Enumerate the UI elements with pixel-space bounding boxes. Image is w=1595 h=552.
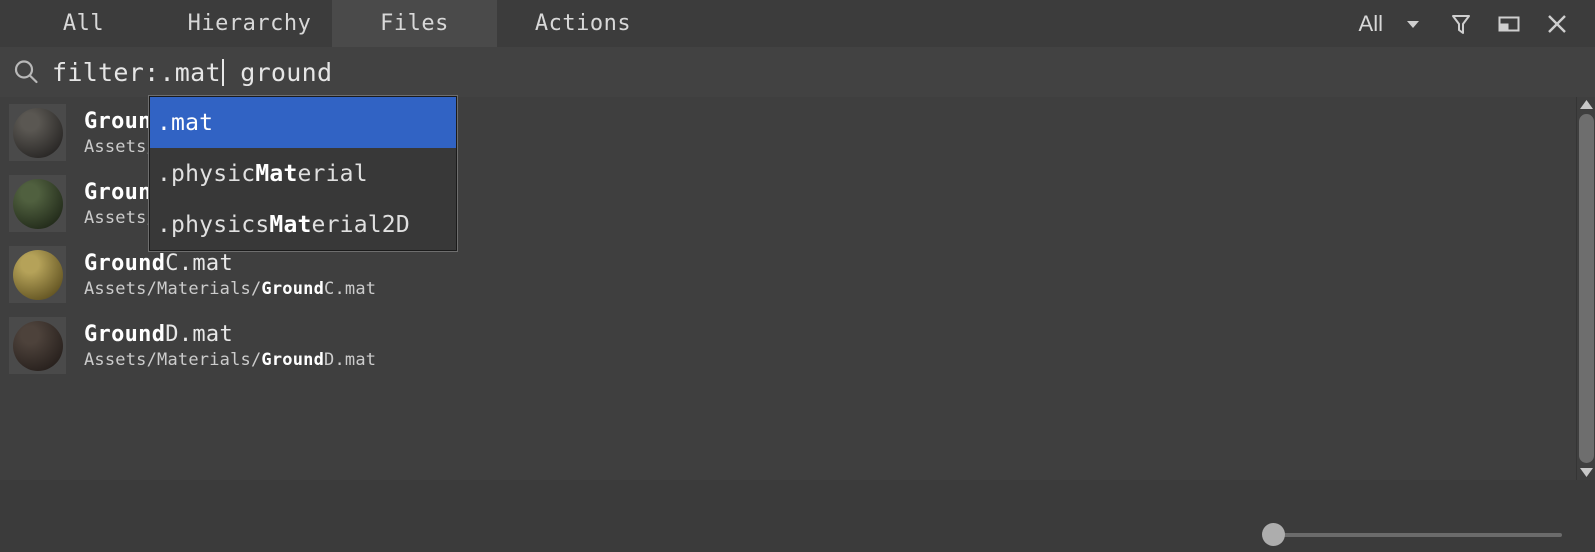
result-text: GroundC.mat Assets/Materials/GroundC.mat	[84, 251, 376, 299]
side-panel-icon[interactable]	[1485, 0, 1533, 47]
close-x-icon[interactable]	[1533, 0, 1581, 47]
status-bar	[0, 480, 1595, 552]
tab-files-label: Files	[380, 11, 449, 36]
autocomplete-item-text: .physic	[157, 160, 256, 187]
result-row-3[interactable]: GroundD.mat Assets/Materials/GroundD.mat	[0, 310, 1541, 381]
tab-all-label: All	[62, 11, 105, 36]
material-thumbnail	[9, 246, 66, 303]
chevron-down-icon[interactable]	[1389, 0, 1437, 47]
result-name-match: Ground	[84, 321, 166, 347]
autocomplete-dropdown: .mat .physic Mat erial .physics Mat erial2D	[148, 95, 458, 252]
triangle-up-icon[interactable]	[1577, 97, 1595, 112]
result-text: GroundD.mat Assets/Materials/GroundD.mat	[84, 322, 376, 370]
search-magnifier-icon	[0, 47, 52, 97]
material-thumbnail	[9, 104, 66, 161]
autocomplete-item-text: .physics	[157, 211, 270, 238]
tab-files[interactable]: Files	[332, 0, 497, 47]
funnel-filter-icon[interactable]	[1437, 0, 1485, 47]
autocomplete-item-physicsmaterial2d[interactable]: .physics Mat erial2D	[150, 199, 456, 250]
result-name-match: Ground	[84, 250, 166, 276]
toolbar-right: All	[1359, 0, 1595, 47]
tab-actions[interactable]: Actions	[497, 0, 669, 47]
result-name: GroundC.mat	[84, 251, 376, 276]
material-sphere-preview	[12, 178, 63, 229]
material-sphere-preview	[12, 107, 63, 158]
result-path: Assets/Materials/GroundC.mat	[84, 279, 376, 299]
result-name: GroundD.mat	[84, 322, 376, 347]
text-caret	[221, 58, 224, 86]
slider-knob[interactable]	[1262, 523, 1285, 546]
item-size-slider[interactable]	[1262, 523, 1572, 547]
result-path-rest: C.mat	[324, 278, 377, 299]
provider-dropdown-label[interactable]: All	[1359, 11, 1389, 37]
autocomplete-item-match: Mat	[269, 211, 312, 238]
tab-bar: All Hierarchy Files Actions All	[0, 0, 1595, 47]
autocomplete-item-text: .mat	[157, 109, 214, 136]
tab-all[interactable]: All	[0, 0, 167, 47]
result-name-rest: D.mat	[165, 321, 234, 347]
result-path-prefix: Assets/Materials/	[84, 349, 262, 370]
material-sphere-preview	[12, 249, 63, 300]
tab-actions-label: Actions	[534, 11, 632, 36]
result-path-match: Ground	[261, 278, 325, 299]
result-path-match: Ground	[261, 349, 325, 370]
autocomplete-item-mat[interactable]: .mat	[150, 97, 456, 148]
result-path: Assets/Materials/GroundD.mat	[84, 350, 376, 370]
material-thumbnail	[9, 317, 66, 374]
search-text-after-caret: ground	[224, 57, 333, 87]
unity-search-window: All Hierarchy Files Actions All filter:.…	[0, 0, 1595, 552]
scrollbar-track[interactable]	[1577, 112, 1595, 465]
autocomplete-item-suffix: erial2D	[311, 211, 410, 238]
autocomplete-item-physicmaterial[interactable]: .physic Mat erial	[150, 148, 456, 199]
result-path-rest: D.mat	[324, 349, 377, 370]
autocomplete-item-suffix: erial	[297, 160, 368, 187]
autocomplete-item-match: Mat	[255, 160, 298, 187]
tab-hierarchy[interactable]: Hierarchy	[167, 0, 332, 47]
material-sphere-preview	[12, 320, 63, 371]
material-thumbnail	[9, 175, 66, 232]
result-name-rest: C.mat	[165, 250, 234, 276]
search-input[interactable]: filter:.mat ground	[52, 47, 332, 97]
search-bar[interactable]: filter:.mat ground	[0, 47, 1595, 97]
vertical-scrollbar[interactable]	[1576, 97, 1595, 480]
scrollbar-thumb[interactable]	[1578, 114, 1594, 463]
triangle-down-icon[interactable]	[1577, 465, 1595, 480]
tab-hierarchy-label: Hierarchy	[187, 11, 312, 36]
slider-track[interactable]	[1272, 533, 1562, 537]
search-text-before-caret: filter:.mat	[52, 57, 221, 87]
result-path-prefix: Assets/Materials/	[84, 278, 262, 299]
